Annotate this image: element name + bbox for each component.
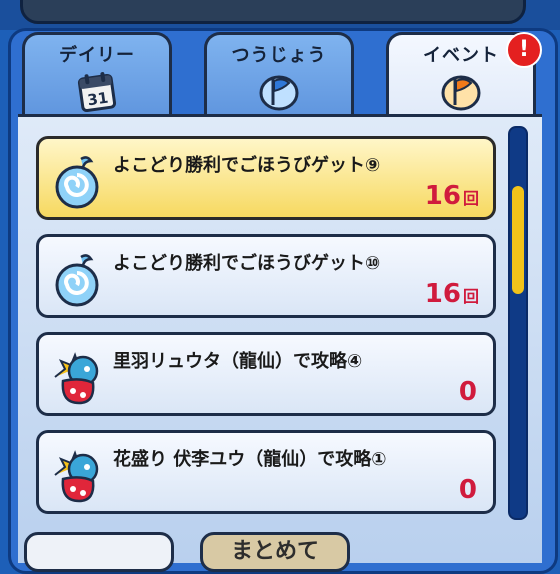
bottom-left-button[interactable] [24,532,174,572]
blue-swirl-orb-icon [51,249,105,309]
mission-card[interactable]: 里羽リュウタ（龍仙）で攻略④ 0 [36,332,496,416]
tab-normal-label: つうじょう [231,45,327,66]
mission-title: よこどり勝利でごほうびゲット⑨ [113,155,381,176]
mission-count: 16 回 [424,181,479,211]
mission-card[interactable]: 花盛り 伏李ユウ（龍仙）で攻略① 0 [36,430,496,514]
dragon-character-icon [51,445,105,505]
tab-normal[interactable]: つうじょう [204,32,354,118]
mission-count: 16 回 [424,279,479,309]
top-bar [0,0,560,30]
top-bar-bump [20,0,526,24]
blue-flag-icon [257,69,301,113]
mission-title: よこどり勝利でごほうびゲット⑩ [113,253,381,274]
notification-badge: ! [506,32,542,68]
calendar-icon: 31 [75,69,119,113]
tab-daily[interactable]: デイリー 31 [22,32,172,118]
mission-title: 花盛り 伏李ユウ（龍仙）で攻略① [113,449,387,470]
dragon-character-icon [51,347,105,407]
mission-count: 0 [458,475,477,505]
blue-swirl-orb-icon [51,151,105,211]
calendar-day: 31 [86,89,109,110]
mission-card[interactable]: よこどり勝利でごほうびゲット⑨ 16 回 [36,136,496,220]
scrollbar[interactable] [508,126,528,520]
mission-title: 里羽リュウタ（龍仙）で攻略④ [113,351,363,372]
orange-flag-icon [439,69,483,113]
mission-count: 0 [458,377,477,407]
bulk-receive-button[interactable]: まとめて [200,532,350,572]
tab-daily-label: デイリー [59,45,135,66]
scrollbar-thumb[interactable] [512,185,524,294]
mission-card[interactable]: よこどり勝利でごほうびゲット⑩ 16 回 [36,234,496,318]
